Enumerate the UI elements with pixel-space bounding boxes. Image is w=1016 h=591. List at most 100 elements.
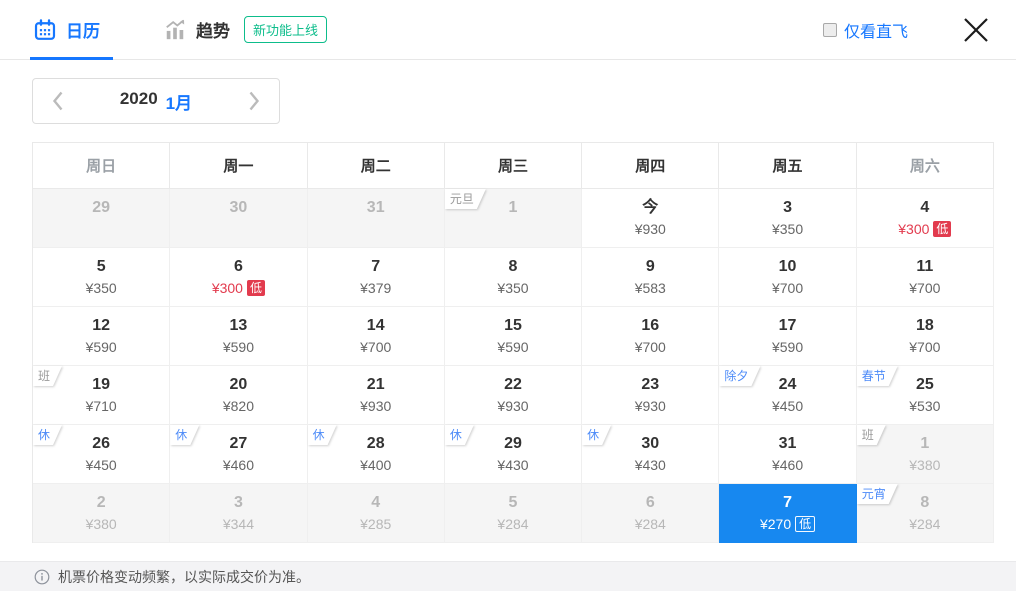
day-price: ¥700 <box>857 338 993 357</box>
tab-calendar-label: 日历 <box>66 17 100 42</box>
calendar-day-cell: 31 <box>308 189 445 248</box>
day-number: 3 <box>170 493 306 513</box>
prev-month-button[interactable] <box>45 88 71 114</box>
calendar-day-cell[interactable]: 3¥350 <box>719 189 856 248</box>
calendar-day-cell[interactable]: 5¥284 <box>445 484 582 543</box>
day-price: ¥430 <box>582 456 718 475</box>
direct-only-toggle[interactable]: 仅看直飞 <box>823 18 908 42</box>
calendar-day-cell[interactable]: 13¥590 <box>170 307 307 366</box>
day-tag: 休 <box>33 425 62 445</box>
footer-notice-bar: 机票价格变动频繁，以实际成交价为准。 <box>0 561 1016 591</box>
day-price: ¥583 <box>582 279 718 298</box>
calendar-day-cell[interactable]: 6¥284 <box>582 484 719 543</box>
day-number: 5 <box>445 493 581 513</box>
day-price: ¥284 <box>857 515 993 534</box>
day-number: 6 <box>582 493 718 513</box>
day-number: 23 <box>582 375 718 395</box>
day-price: ¥300低 <box>170 279 306 298</box>
calendar-day-cell[interactable]: 4¥285 <box>308 484 445 543</box>
day-tag: 休 <box>582 425 611 445</box>
day-number: 11 <box>857 257 993 277</box>
calendar-day-cell[interactable]: 7¥379 <box>308 248 445 307</box>
calendar-day-cell[interactable]: 5¥350 <box>33 248 170 307</box>
calendar-day-cell[interactable]: 休30¥430 <box>582 425 719 484</box>
day-number: 8 <box>445 257 581 277</box>
calendar-day-cell[interactable]: 休28¥400 <box>308 425 445 484</box>
calendar-day-cell[interactable]: 班19¥710 <box>33 366 170 425</box>
day-price: ¥300低 <box>857 220 993 239</box>
day-price: ¥380 <box>857 456 993 475</box>
calendar-day-cell[interactable]: 除夕24¥450 <box>719 366 856 425</box>
day-price: ¥700 <box>719 279 855 298</box>
calendar-day-cell[interactable]: 4¥300低 <box>857 189 994 248</box>
active-tab-underline <box>30 57 113 60</box>
calendar-day-cell[interactable]: 休26¥450 <box>33 425 170 484</box>
calendar-day-cell[interactable]: 班1¥380 <box>857 425 994 484</box>
day-price: ¥590 <box>170 338 306 357</box>
tab-calendar[interactable]: 日历 <box>34 17 100 42</box>
calendar-day-cell[interactable]: 春节25¥530 <box>857 366 994 425</box>
calendar-day-cell[interactable]: 9¥583 <box>582 248 719 307</box>
tab-trend[interactable]: 趋势 <box>164 17 230 42</box>
calendar-day-cell[interactable]: 22¥930 <box>445 366 582 425</box>
weekday-header: 周日 <box>33 143 170 189</box>
day-price: ¥450 <box>719 397 855 416</box>
day-number: 14 <box>308 316 444 336</box>
calendar-day-cell: 30 <box>170 189 307 248</box>
direct-only-label: 仅看直飞 <box>844 18 908 42</box>
calendar-day-cell[interactable]: 20¥820 <box>170 366 307 425</box>
day-price: ¥590 <box>445 338 581 357</box>
day-number: 3 <box>719 198 855 218</box>
calendar-day-cell[interactable]: 16¥700 <box>582 307 719 366</box>
calendar-day-cell[interactable]: 8¥350 <box>445 248 582 307</box>
weekday-header: 周六 <box>857 143 994 189</box>
calendar-day-cell[interactable]: 12 ¥590 <box>33 307 170 366</box>
calendar-day-cell[interactable]: 23¥930 <box>582 366 719 425</box>
day-number: 12 <box>33 316 169 336</box>
low-price-badge: 低 <box>933 221 951 237</box>
day-price: ¥430 <box>445 456 581 475</box>
day-number: 4 <box>308 493 444 513</box>
calendar-day-cell[interactable]: 7¥270低 <box>719 484 856 543</box>
day-price: ¥590 <box>33 338 169 357</box>
info-icon <box>34 569 50 585</box>
calendar-day-cell[interactable]: 10¥700 <box>719 248 856 307</box>
day-number: 20 <box>170 375 306 395</box>
calendar-day-cell: 29 <box>33 189 170 248</box>
calendar-day-cell[interactable]: 3¥344 <box>170 484 307 543</box>
chevron-left-icon <box>50 89 66 113</box>
calendar-day-cell[interactable]: 21¥930 <box>308 366 445 425</box>
calendar-day-cell[interactable]: 休27¥460 <box>170 425 307 484</box>
price-disclaimer-text: 机票价格变动频繁，以实际成交价为准。 <box>58 567 310 587</box>
calendar-day-cell[interactable]: 6¥300低 <box>170 248 307 307</box>
day-price: ¥400 <box>308 456 444 475</box>
calendar-day-cell[interactable]: 15¥590 <box>445 307 582 366</box>
close-button[interactable] <box>960 14 992 46</box>
direct-only-checkbox[interactable] <box>823 23 837 37</box>
weekday-header: 周四 <box>582 143 719 189</box>
calendar-day-cell[interactable]: 14¥700 <box>308 307 445 366</box>
day-number: 16 <box>582 316 718 336</box>
calendar-day-cell[interactable]: 18 ¥700 <box>857 307 994 366</box>
day-tag: 除夕 <box>719 366 760 386</box>
day-tag: 休 <box>445 425 474 445</box>
next-month-button[interactable] <box>241 88 267 114</box>
calendar-day-cell[interactable]: 11 ¥700 <box>857 248 994 307</box>
day-price: ¥930 <box>445 397 581 416</box>
calendar-day-cell[interactable]: 今¥930 <box>582 189 719 248</box>
day-number: 17 <box>719 316 855 336</box>
day-price: ¥700 <box>857 279 993 298</box>
day-number: 18 <box>857 316 993 336</box>
calendar-day-cell[interactable]: 17 ¥590 <box>719 307 856 366</box>
day-price: ¥590 <box>719 338 855 357</box>
weekday-header: 周三 <box>445 143 582 189</box>
calendar-day-cell[interactable]: 休29¥430 <box>445 425 582 484</box>
calendar-day-cell[interactable]: 2¥380 <box>33 484 170 543</box>
day-price: ¥270低 <box>719 515 855 534</box>
day-tag: 休 <box>170 425 199 445</box>
day-price: ¥350 <box>33 279 169 298</box>
calendar-day-cell[interactable]: 元宵8¥284 <box>857 484 994 543</box>
low-price-badge: 低 <box>795 516 815 532</box>
calendar-day-cell[interactable]: 31¥460 <box>719 425 856 484</box>
month-label: 1月 <box>166 89 192 114</box>
